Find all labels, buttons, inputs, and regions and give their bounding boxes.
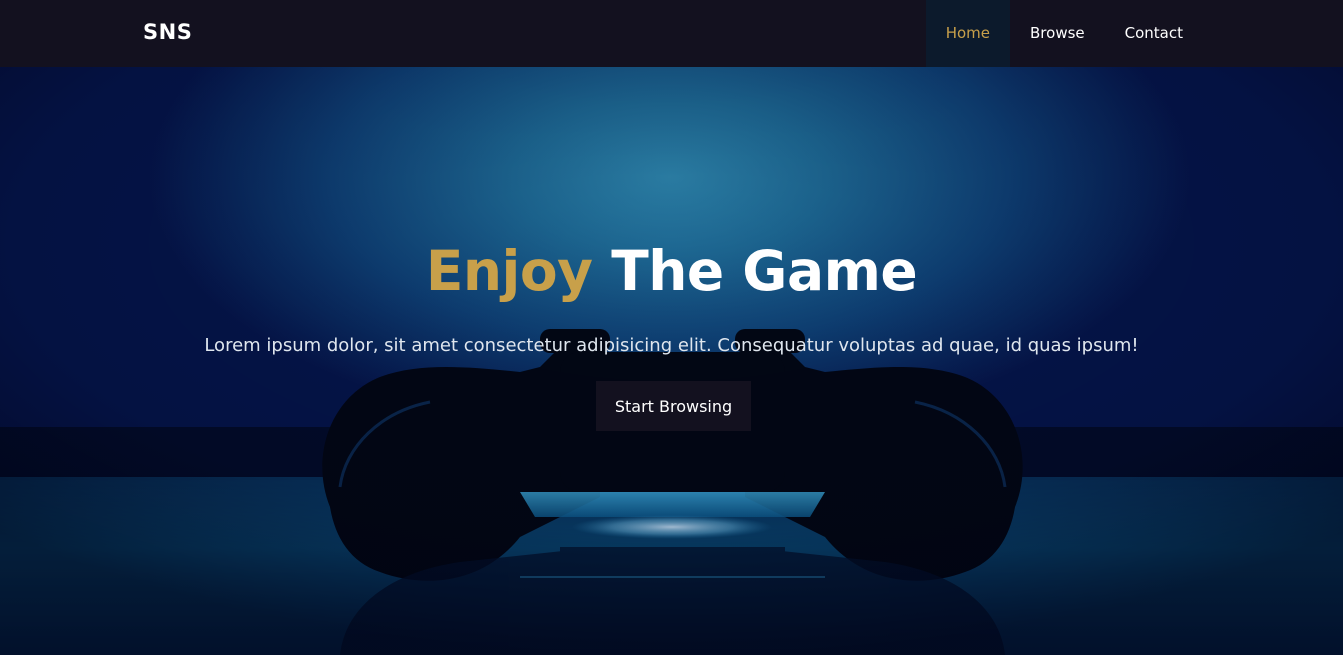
hero-title: Enjoy The Game (0, 241, 1343, 302)
hero-content: Enjoy The Game Lorem ipsum dolor, sit am… (0, 67, 1343, 655)
hero-description: Lorem ipsum dolor, sit amet consectetur … (204, 335, 1139, 356)
nav-link-browse[interactable]: Browse (1010, 0, 1105, 67)
nav-link-home[interactable]: Home (925, 0, 1011, 67)
brand-logo[interactable]: SNS (143, 20, 192, 44)
hero-title-accent: Enjoy (425, 239, 593, 303)
hero-section: Enjoy The Game Lorem ipsum dolor, sit am… (0, 67, 1343, 655)
hero-title-rest: The Game (611, 239, 918, 303)
nav-link-contact[interactable]: Contact (1105, 0, 1203, 67)
top-navbar: SNS Home Browse Contact (0, 0, 1343, 67)
start-browsing-button[interactable]: Start Browsing (596, 381, 751, 431)
nav-links: Home Browse Contact (925, 0, 1203, 67)
